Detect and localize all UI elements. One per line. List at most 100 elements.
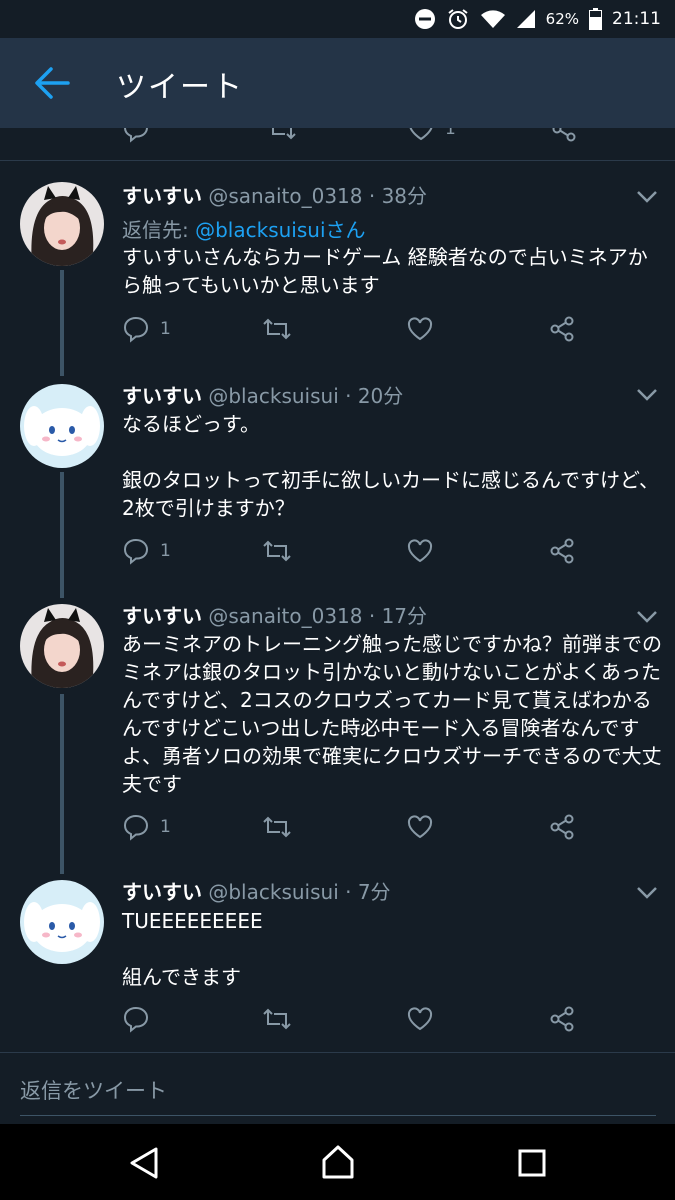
timestamp: 38分 <box>381 184 428 208</box>
tweet[interactable]: すいすい @blacksuisui · 20分 なるほどっす。 銀のタロットって… <box>0 380 675 600</box>
separator: · <box>368 184 376 208</box>
retweet-button[interactable] <box>262 1004 292 1034</box>
reply-composer[interactable]: 返信をツイート <box>0 1052 675 1125</box>
tweet-actions: 1 <box>122 314 582 344</box>
reply-to-line: 返信先: @blacksuisuiさん <box>122 214 366 243</box>
share-button[interactable] <box>548 1004 576 1034</box>
display-name[interactable]: すいすい <box>122 384 202 408</box>
username[interactable]: @blacksuisui <box>208 384 338 408</box>
share-icon <box>550 1006 574 1032</box>
display-name[interactable]: すいすい <box>122 604 202 628</box>
reply-icon <box>123 316 149 343</box>
like-count: 1 <box>445 128 456 139</box>
reply-button[interactable]: 1 <box>122 314 171 344</box>
share-button[interactable] <box>548 812 576 842</box>
reply-icon <box>123 1006 149 1033</box>
separator: · <box>368 604 376 628</box>
heart-icon <box>407 815 433 839</box>
like-button[interactable] <box>406 314 434 344</box>
share-icon <box>550 538 574 564</box>
previous-tweet-actions: 1 <box>0 128 675 161</box>
cinnamoroll-avatar-image <box>20 880 104 964</box>
reply-count: 1 <box>160 319 171 339</box>
retweet-button[interactable] <box>262 314 292 344</box>
retweet-icon <box>263 318 291 340</box>
reply-icon <box>123 538 149 565</box>
reply-count: 1 <box>160 541 171 561</box>
chevron-down-icon[interactable] <box>636 610 658 624</box>
clock: 21:11 <box>612 9 661 29</box>
battery-icon <box>589 8 602 30</box>
chevron-down-icon[interactable] <box>636 886 658 900</box>
retweet-icon <box>263 816 291 838</box>
share-icon <box>552 128 576 142</box>
system-nav-bar <box>0 1124 675 1200</box>
avatar[interactable] <box>20 182 104 266</box>
avatar[interactable] <box>20 604 104 688</box>
separator: · <box>345 880 352 904</box>
like-button[interactable]: 1 <box>407 128 456 144</box>
tweet-text: TUEEEEEEEEE 組んできます <box>122 909 263 989</box>
input-underline <box>20 1115 656 1116</box>
tweet-header: すいすい @blacksuisui · 20分 <box>122 380 403 409</box>
tweet-text: なるほどっす。 銀のタロットって初手に欲しいカードに感じるんですけど、2枚で引け… <box>122 412 659 520</box>
reply-button[interactable]: 1 <box>122 812 171 842</box>
heart-icon <box>407 1007 433 1031</box>
status-bar: 62% 21:11 <box>0 0 675 38</box>
chevron-down-icon[interactable] <box>636 190 658 204</box>
chevron-down-icon[interactable] <box>636 388 658 402</box>
username[interactable]: @sanaito_0318 <box>208 184 362 208</box>
signal-icon <box>516 10 535 28</box>
tweet-text: すいすいさんならカードゲーム 経験者なので占いミネアから触ってもいいかと思います <box>122 245 648 297</box>
retweet-icon <box>272 128 296 140</box>
username[interactable]: @blacksuisui <box>208 880 338 904</box>
reply-button[interactable] <box>122 1004 150 1034</box>
heart-icon <box>407 317 433 341</box>
do-not-disturb-icon <box>414 9 435 29</box>
reply-icon <box>124 128 148 143</box>
tweet[interactable]: すいすい @sanaito_0318 · 38分 返信先: @blacksuis… <box>0 160 675 380</box>
reply-button[interactable]: 1 <box>122 536 171 566</box>
share-icon <box>550 814 574 840</box>
retweet-icon <box>263 1008 291 1030</box>
tweet-actions: 1 <box>122 812 582 842</box>
reply-button[interactable] <box>122 128 150 144</box>
alarm-icon <box>448 9 468 29</box>
tweet-header: すいすい @blacksuisui · 7分 <box>122 876 391 905</box>
app-bar: ツイート <box>0 38 675 128</box>
retweet-button[interactable] <box>267 128 297 144</box>
tweet-text: あーミネアのトレーニング触った感じですかね？前弾までのミネアは銀のタロット引かな… <box>122 632 662 796</box>
like-button[interactable] <box>406 536 434 566</box>
reply-mention[interactable]: @blacksuisuiさん <box>195 218 365 242</box>
display-name[interactable]: すいすい <box>122 184 202 208</box>
share-button[interactable] <box>548 314 576 344</box>
timestamp: 20分 <box>357 384 404 408</box>
share-button[interactable] <box>548 536 576 566</box>
avatar[interactable] <box>20 880 104 964</box>
username[interactable]: @sanaito_0318 <box>208 604 362 628</box>
tweet[interactable]: すいすい @blacksuisui · 7分 TUEEEEEEEEE 組んできま… <box>0 876 675 1052</box>
recents-nav-icon[interactable] <box>517 1148 547 1178</box>
tweet-actions <box>122 1004 582 1034</box>
display-name[interactable]: すいすい <box>122 880 202 904</box>
retweet-button[interactable] <box>262 812 292 842</box>
like-button[interactable] <box>406 812 434 842</box>
like-button[interactable] <box>406 1004 434 1034</box>
tweet-actions: 1 <box>122 536 582 566</box>
reply-input[interactable]: 返信をツイート <box>20 1075 167 1105</box>
girl-avatar-image <box>20 182 104 266</box>
avatar[interactable] <box>20 384 104 468</box>
home-nav-icon[interactable] <box>320 1144 356 1180</box>
girl-avatar-image <box>20 604 104 688</box>
separator: · <box>345 384 352 408</box>
retweet-button[interactable] <box>262 536 292 566</box>
share-button[interactable] <box>550 128 578 144</box>
tweet[interactable]: すいすい @sanaito_0318 · 17分 あーミネアのトレーニング触った… <box>0 600 675 878</box>
wifi-icon <box>480 10 505 28</box>
back-arrow-icon[interactable] <box>34 66 70 100</box>
heart-icon <box>407 539 433 563</box>
back-nav-icon[interactable] <box>128 1146 160 1180</box>
cinnamoroll-avatar-image <box>20 384 104 468</box>
reply-icon <box>123 814 149 841</box>
timestamp: 17分 <box>381 604 428 628</box>
